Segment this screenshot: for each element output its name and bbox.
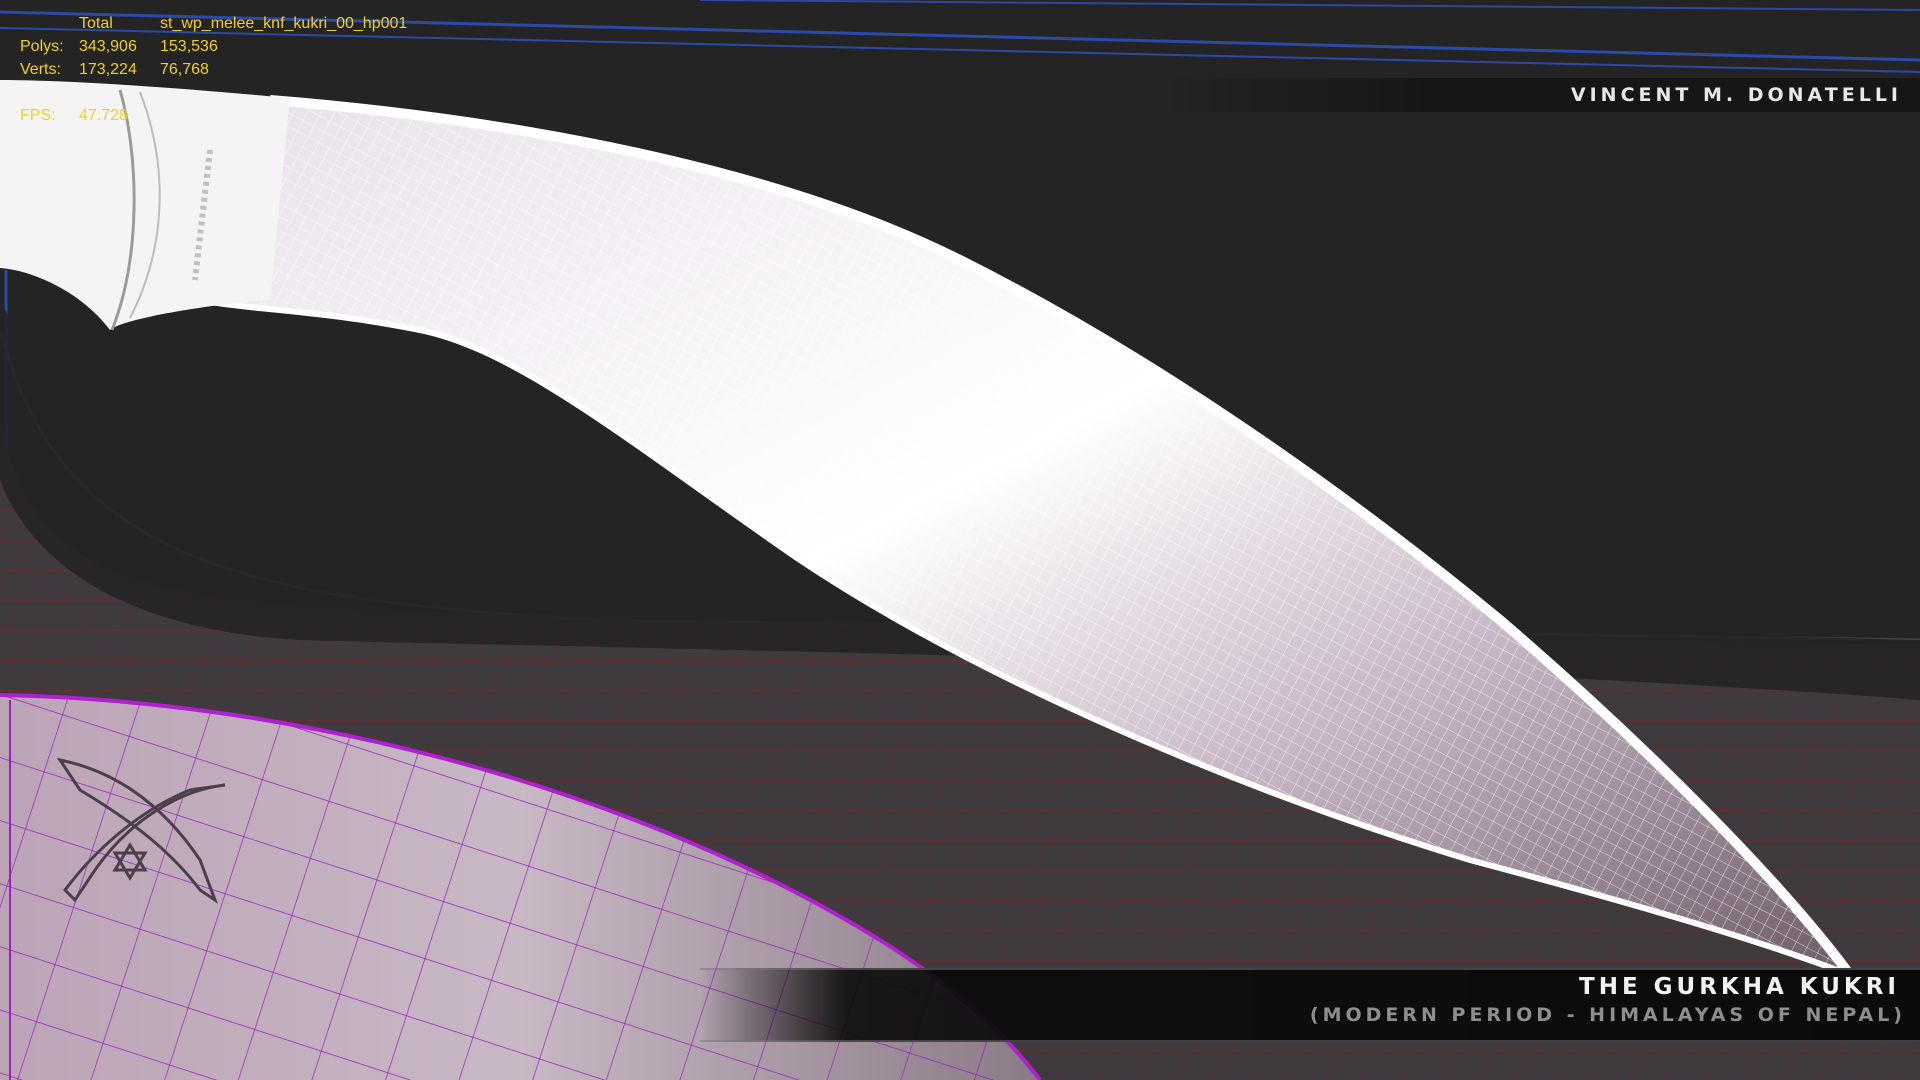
polys-label: Polys: — [20, 38, 64, 55]
viewport-scene — [0, 0, 1920, 1080]
polys-object: 153,536 — [160, 38, 218, 55]
render-title: THE GURKHA KUKRI — [1579, 974, 1900, 1000]
stats-total-header: Total — [79, 15, 113, 32]
verts-total: 173,224 — [79, 61, 137, 78]
3d-viewport[interactable]: Total st_wp_melee_knf_kukri_00_hp001 Pol… — [0, 0, 1920, 1080]
verts-object: 76,768 — [160, 61, 209, 78]
verts-label: Verts: — [20, 61, 61, 78]
render-subtitle: (MODERN PERIOD - HIMALAYAS OF NEPAL) — [1309, 1004, 1906, 1026]
stats-object-name: st_wp_melee_knf_kukri_00_hp001 — [160, 15, 408, 32]
crossed-kukris-star-emblem-icon — [56, 757, 226, 904]
fps-label: FPS: — [20, 107, 56, 124]
polys-total: 343,906 — [79, 38, 137, 55]
author-name: VINCENT M. DONATELLI — [1570, 84, 1902, 106]
fps-value: 47.728 — [79, 107, 128, 124]
